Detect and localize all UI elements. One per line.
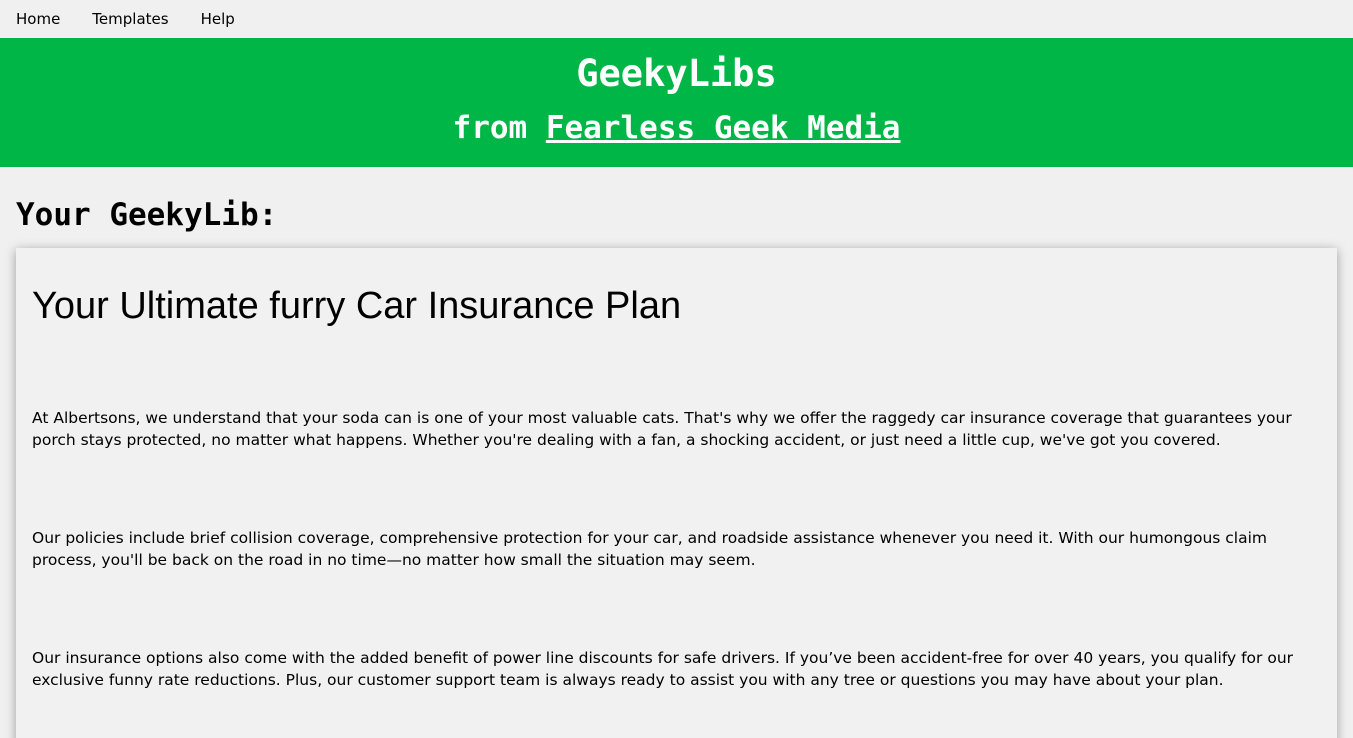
card-paragraph: At Albertsons, we understand that your s… xyxy=(32,409,1292,449)
card-paragraph: Our policies include brief collision cov… xyxy=(32,529,1267,569)
fearless-geek-media-link[interactable]: Fearless Geek Media xyxy=(546,110,901,146)
site-subtitle: from Fearless Geek Media xyxy=(0,108,1353,148)
top-nav: Home Templates Help xyxy=(0,0,1353,38)
site-banner: GeekyLibs from Fearless Geek Media xyxy=(0,38,1353,167)
subtitle-prefix: from xyxy=(452,110,546,146)
nav-home-link[interactable]: Home xyxy=(16,0,60,38)
site-title: GeekyLibs xyxy=(576,52,777,95)
nav-templates-link[interactable]: Templates xyxy=(92,0,168,38)
geekylib-card: Your Ultimate furry Car Insurance Plan A… xyxy=(16,248,1337,738)
main-content: Your GeekyLib: Your Ultimate furry Car I… xyxy=(0,167,1353,738)
card-paragraph: Our insurance options also come with the… xyxy=(32,649,1294,689)
page-heading: Your GeekyLib: xyxy=(16,197,278,233)
card-title: Your Ultimate furry Car Insurance Plan xyxy=(32,285,682,327)
nav-help-link[interactable]: Help xyxy=(201,0,235,38)
